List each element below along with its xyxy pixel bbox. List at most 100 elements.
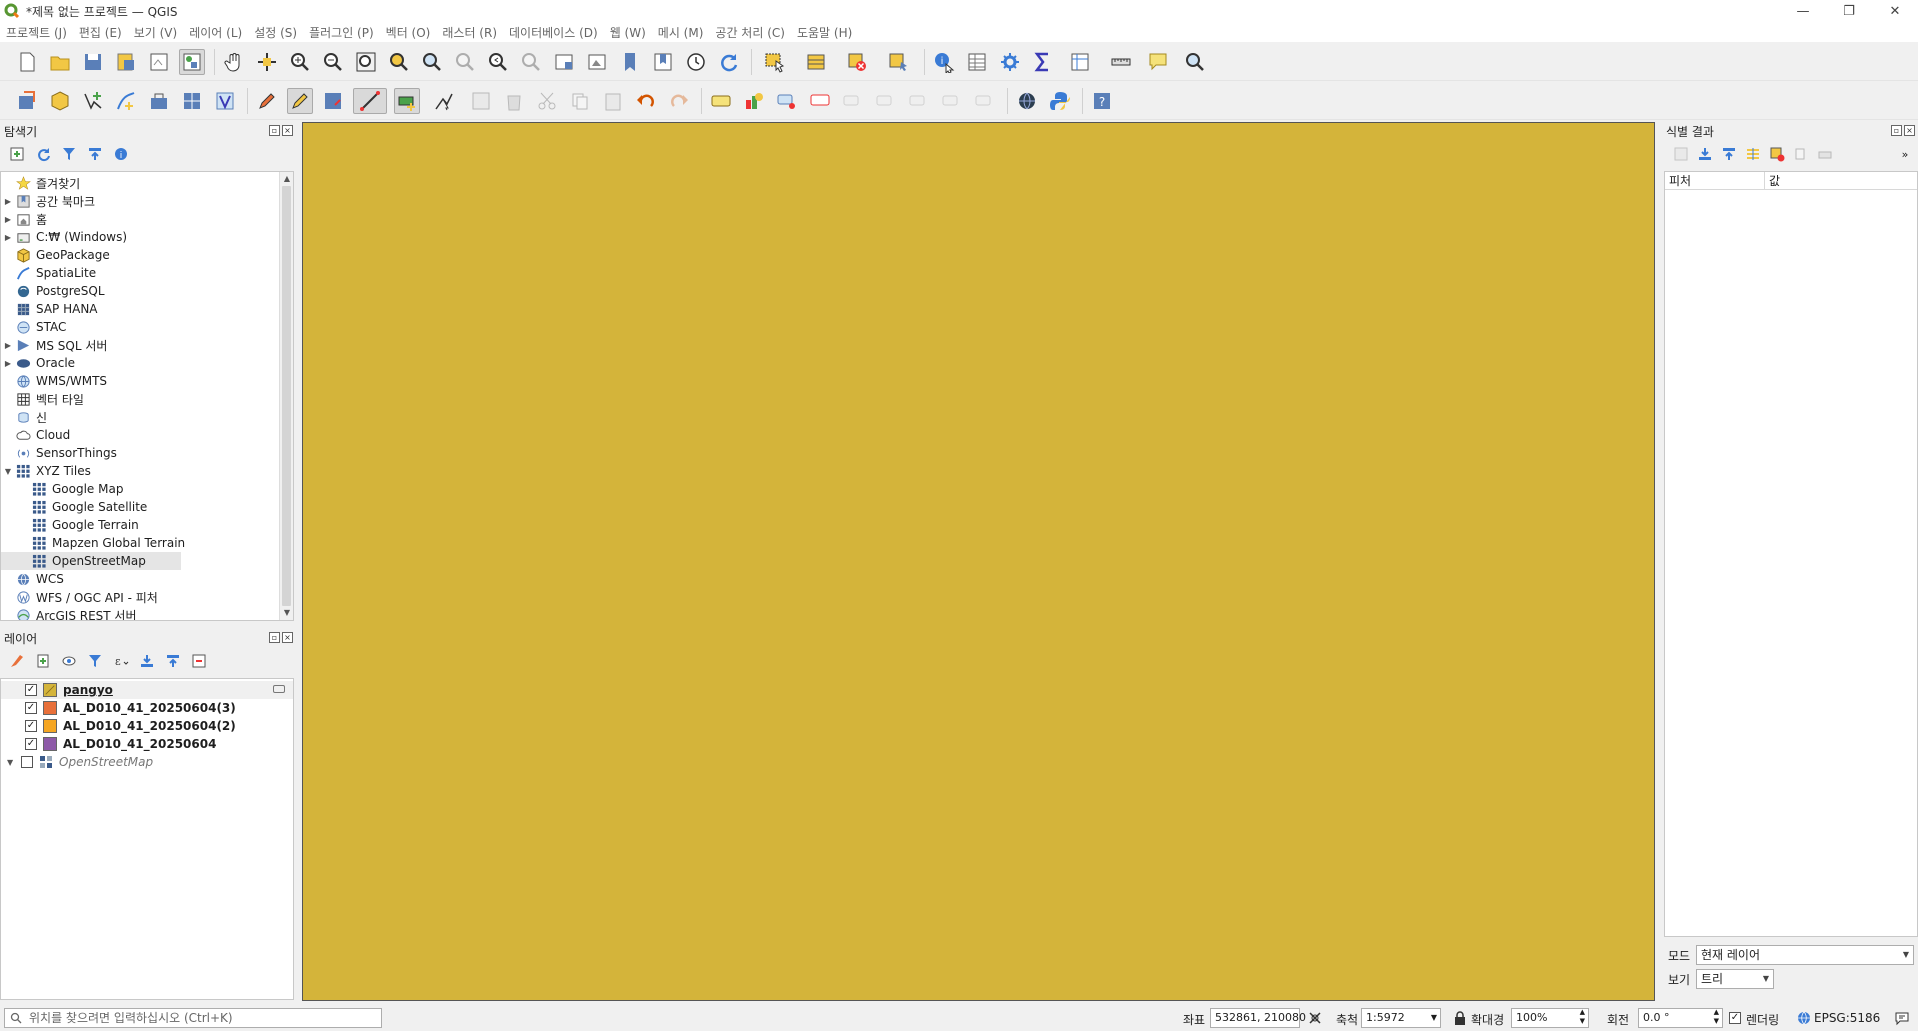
- select-by-value-button[interactable]: [799, 49, 833, 75]
- layer-labeling-button[interactable]: [708, 88, 734, 114]
- browser-item[interactable]: ArcGIS REST 서버: [1, 606, 293, 620]
- menu-settings[interactable]: 설정 (S): [254, 24, 297, 41]
- menu-raster[interactable]: 래스터 (R): [442, 24, 497, 41]
- attribute-table-button[interactable]: [964, 49, 990, 75]
- browser-item[interactable]: 신: [1, 408, 293, 426]
- delete-selected-button[interactable]: [501, 88, 527, 114]
- layer-visibility-checkbox[interactable]: ✓: [25, 684, 37, 696]
- redo-button[interactable]: [666, 88, 692, 114]
- menu-plugins[interactable]: 플러그인 (P): [309, 24, 374, 41]
- minimize-button[interactable]: —: [1780, 0, 1826, 22]
- layer-visibility-checkbox[interactable]: ✓: [25, 702, 37, 714]
- browser-item[interactable]: WMS/WMTS: [1, 372, 293, 390]
- browser-item[interactable]: 벡터 타일: [1, 390, 293, 408]
- manage-map-themes-button[interactable]: [60, 652, 78, 670]
- layer-diagram-button[interactable]: [741, 88, 767, 114]
- open-field-calculator-button[interactable]: [1063, 49, 1097, 75]
- label-properties-button[interactable]: [972, 88, 998, 114]
- coordinate-field[interactable]: 532861, 210080: [1210, 1008, 1306, 1028]
- new-project-button[interactable]: [14, 49, 40, 75]
- filter-browser-button[interactable]: [60, 145, 78, 163]
- browser-item[interactable]: GeoPackage: [1, 246, 293, 264]
- remove-layer-button[interactable]: [190, 652, 208, 670]
- menu-web[interactable]: 웹 (W): [610, 24, 646, 41]
- messages-icon[interactable]: [1894, 1010, 1910, 1026]
- layer-item[interactable]: ✓ AL_D010_41_20250604(3): [1, 699, 293, 717]
- view-select[interactable]: 트리 ▼: [1696, 969, 1774, 989]
- scale-combo[interactable]: 1:5972 ▼: [1361, 1008, 1441, 1028]
- zoom-full-button[interactable]: [353, 49, 379, 75]
- new-shapefile-layer-button[interactable]: [80, 88, 106, 114]
- expand-new-results-button[interactable]: [1744, 145, 1762, 163]
- magnifier-spinbox[interactable]: 100% ▲ ▼: [1511, 1008, 1589, 1028]
- new-virtual-layer-button[interactable]: [179, 88, 205, 114]
- identify-features-button[interactable]: i: [931, 49, 957, 75]
- undo-button[interactable]: [633, 88, 659, 114]
- locator-search-input[interactable]: 위치를 찾으려면 입력하십시오 (Ctrl+K): [4, 1008, 382, 1028]
- move-label-button[interactable]: [840, 88, 866, 114]
- zoom-out-button[interactable]: [320, 49, 346, 75]
- render-checkbox[interactable]: ✓: [1729, 1012, 1741, 1024]
- collapsed-arrow-icon[interactable]: ▶: [1, 359, 15, 368]
- digitize-with-segment-button[interactable]: [353, 87, 387, 114]
- browser-item[interactable]: ▶ 홈: [1, 210, 293, 228]
- collapsed-arrow-icon[interactable]: ▶: [1, 197, 15, 206]
- collapsed-arrow-icon[interactable]: ▶: [1, 233, 15, 242]
- map-canvas[interactable]: [302, 122, 1655, 1001]
- browser-item[interactable]: WFS / OGC API - 피처: [1, 588, 293, 606]
- refresh-browser-button[interactable]: [34, 145, 52, 163]
- layer-visibility-checkbox[interactable]: [21, 756, 33, 768]
- browser-item[interactable]: Google Map: [1, 480, 293, 498]
- show-bookmarks-button[interactable]: [650, 49, 676, 75]
- add-selected-layers-button[interactable]: [8, 145, 26, 163]
- browser-item[interactable]: 즐겨찾기: [1, 174, 293, 192]
- browser-item[interactable]: Google Satellite: [1, 498, 293, 516]
- copy-features-button[interactable]: [567, 88, 593, 114]
- toggle-editing-button[interactable]: [287, 87, 313, 114]
- browser-item[interactable]: ▶ 공간 북마크: [1, 192, 293, 210]
- select-by-location-button[interactable]: [881, 49, 915, 75]
- new-spatialite-layer-button[interactable]: [113, 88, 139, 114]
- select-features-button[interactable]: [758, 49, 792, 75]
- browser-item[interactable]: ▶ MS SQL 서버: [1, 336, 293, 354]
- save-as-button[interactable]: [113, 49, 139, 75]
- close-panel-button[interactable]: ×: [1904, 125, 1915, 136]
- add-group-button[interactable]: [34, 652, 52, 670]
- new-map-view-button[interactable]: [551, 49, 577, 75]
- open-project-button[interactable]: [47, 49, 73, 75]
- modify-attributes-button[interactable]: [468, 88, 494, 114]
- menu-database[interactable]: 데이터베이스 (D): [509, 24, 598, 41]
- filter-legend-button[interactable]: [86, 652, 104, 670]
- layer-visibility-checkbox[interactable]: ✓: [25, 720, 37, 732]
- browser-item[interactable]: ▶ Oracle: [1, 354, 293, 372]
- show-hide-label-button[interactable]: [939, 88, 965, 114]
- enable-properties-button[interactable]: i: [112, 145, 130, 163]
- new-bookmark-button[interactable]: [617, 49, 643, 75]
- mode-select[interactable]: 현재 레이어 ▼: [1696, 945, 1914, 965]
- zoom-to-selection-button[interactable]: [386, 49, 412, 75]
- open-form-button[interactable]: [1672, 145, 1690, 163]
- new-geopackage-layer-button[interactable]: [47, 88, 73, 114]
- browser-item[interactable]: ▼ XYZ Tiles: [1, 462, 293, 480]
- zoom-next-button[interactable]: [518, 49, 544, 75]
- new-3d-view-button[interactable]: [584, 49, 610, 75]
- cut-features-button[interactable]: [534, 88, 560, 114]
- data-source-manager-button[interactable]: [14, 88, 40, 114]
- add-polygon-feature-button[interactable]: [394, 87, 420, 114]
- browser-item[interactable]: Cloud: [1, 426, 293, 444]
- measure-line-button[interactable]: [1104, 49, 1138, 75]
- locator-search-button[interactable]: [1178, 49, 1212, 75]
- menu-layer[interactable]: 레이어 (L): [189, 24, 242, 41]
- python-console-button[interactable]: [1047, 88, 1073, 114]
- processing-toolbox-button[interactable]: [997, 49, 1023, 75]
- menu-edit[interactable]: 편집 (E): [79, 24, 122, 41]
- vertex-tool-button[interactable]: [427, 88, 461, 114]
- expanded-arrow-icon[interactable]: ▼: [1, 467, 15, 476]
- collapse-tree-button[interactable]: [1720, 145, 1738, 163]
- expanded-arrow-icon[interactable]: ▼: [7, 758, 21, 767]
- more-options-button[interactable]: »: [1896, 145, 1914, 163]
- temporal-controller-button[interactable]: [683, 49, 709, 75]
- menu-project[interactable]: 프로젝트 (J): [6, 24, 67, 41]
- column-header-feature[interactable]: 피처: [1665, 172, 1765, 189]
- crs-globe-icon[interactable]: [1796, 1010, 1812, 1026]
